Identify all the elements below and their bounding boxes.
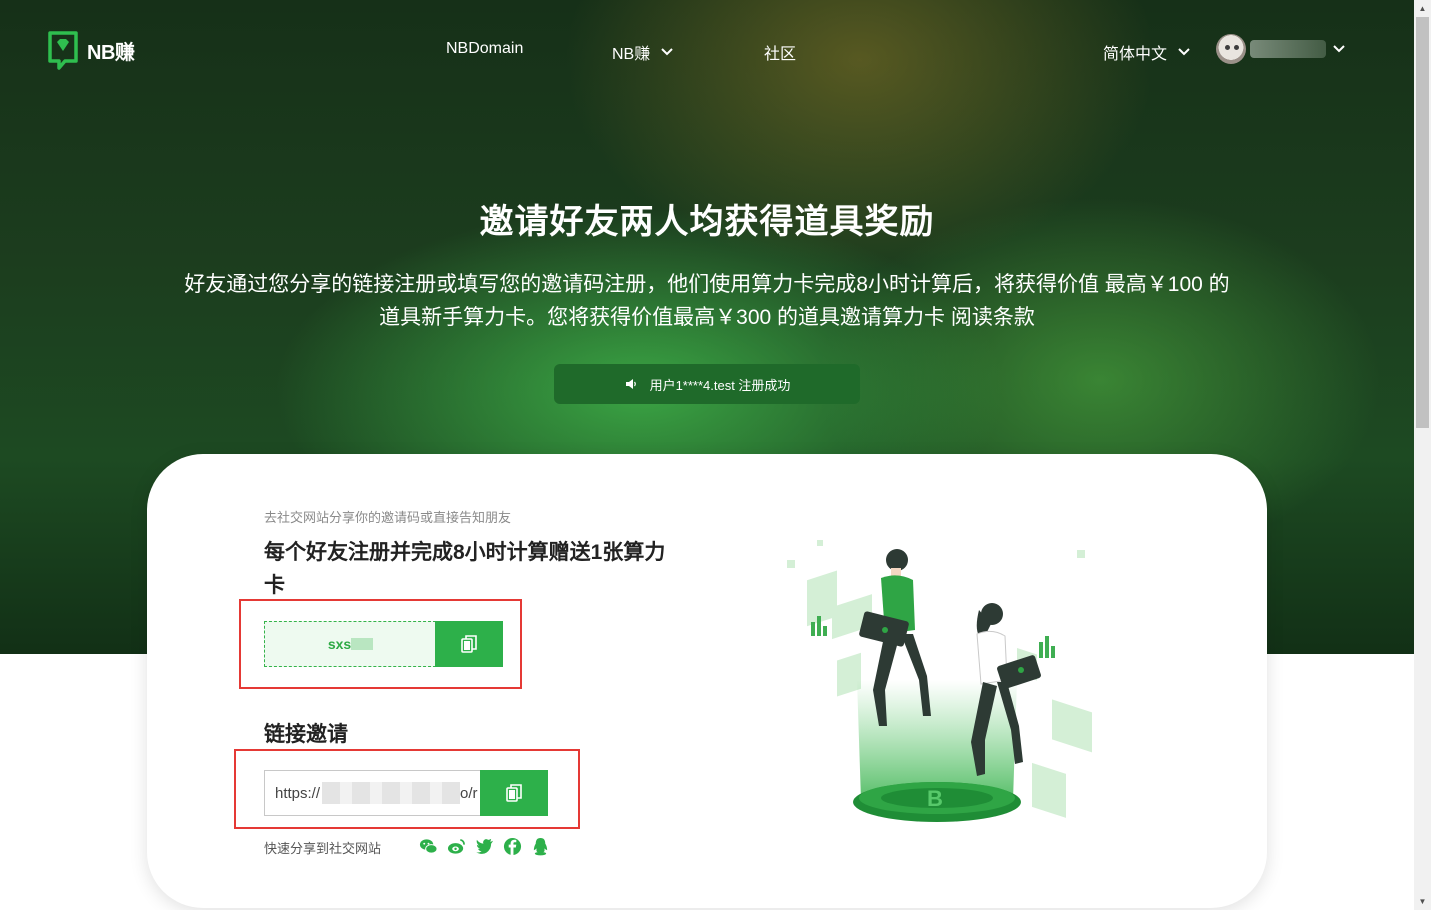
copy-link-button[interactable] xyxy=(480,770,548,816)
invite-code-field[interactable]: sxs xyxy=(264,621,436,667)
invite-illustration: B xyxy=(787,540,1092,822)
invite-card: 去社交网站分享你的邀请码或直接告知朋友 每个好友注册并完成8小时计算赠送1张算力… xyxy=(147,454,1267,908)
facebook-icon[interactable] xyxy=(503,837,522,856)
chevron-down-icon xyxy=(1178,48,1190,56)
chevron-down-icon xyxy=(1333,45,1345,53)
registration-notice: 用户1****4.test 注册成功 xyxy=(554,364,860,404)
logo-icon xyxy=(48,31,78,70)
blurred-username xyxy=(1250,40,1326,58)
scroll-thumb[interactable] xyxy=(1416,17,1429,428)
invite-link-prefix: https:// xyxy=(275,784,321,802)
invite-headline: 每个好友注册并完成8小时计算赠送1张算力卡 xyxy=(264,541,666,597)
redacted-link xyxy=(322,782,461,804)
nav-link-nbearn[interactable]: NB赚 xyxy=(612,40,674,64)
scroll-up-arrow[interactable]: ▲ xyxy=(1414,0,1431,17)
brand-name: NB赚 xyxy=(87,41,135,64)
notice-text: 用户1****4.test 注册成功 xyxy=(649,377,791,393)
page-scrollbar[interactable]: ▲ ▼ xyxy=(1414,0,1431,910)
qq-icon[interactable] xyxy=(531,837,550,856)
speaker-icon xyxy=(625,379,636,389)
scroll-down-arrow[interactable]: ▼ xyxy=(1414,893,1431,910)
language-label: 简体中文 xyxy=(1103,46,1168,63)
nav-link-label: 社区 xyxy=(764,46,797,63)
brand-logo[interactable]: NB赚 xyxy=(47,30,135,70)
twitter-icon[interactable] xyxy=(475,837,494,856)
copy-icon xyxy=(461,635,477,653)
invite-code-text: sxs xyxy=(327,636,352,652)
weibo-icon[interactable] xyxy=(447,837,466,856)
nav-link-label: NBDomain xyxy=(446,40,524,57)
copy-code-button[interactable] xyxy=(435,621,503,667)
invite-link-field[interactable]: https:// o/r xyxy=(264,770,480,816)
share-label: 快速分享到社交网站 xyxy=(264,841,382,856)
hero-description-line: 道具新手算力卡。您将获得价值最高￥300 的道具邀请算力卡 阅读条款 xyxy=(379,306,1035,329)
share-hint: 去社交网站分享你的邀请码或直接告知朋友 xyxy=(264,510,512,525)
page-title: 邀请好友两人均获得道具奖励 xyxy=(479,203,935,241)
redacted-code xyxy=(351,638,374,650)
wechat-icon[interactable] xyxy=(419,837,438,856)
hero-description-line: 好友通过您分享的链接注册或填写您的邀请码注册，他们使用算力卡完成8小时计算后，将… xyxy=(184,273,1230,296)
invite-link-suffix: o/r xyxy=(460,784,478,802)
link-invite-title: 链接邀请 xyxy=(264,723,348,746)
svg-text:B: B xyxy=(927,786,943,811)
nav-link-label: NB赚 xyxy=(612,46,651,63)
hero-description: 好友通过您分享的链接注册或填写您的邀请码注册，他们使用算力卡完成8小时计算后，将… xyxy=(150,268,1264,334)
chevron-down-icon xyxy=(661,48,673,56)
nav-link-nbdomain[interactable]: NBDomain xyxy=(446,40,523,58)
share-icon-row xyxy=(419,837,550,856)
copy-icon xyxy=(506,784,522,802)
nav-link-community[interactable]: 社区 xyxy=(764,40,796,64)
avatar xyxy=(1216,34,1246,64)
language-selector[interactable]: 简体中文 xyxy=(1103,40,1191,64)
user-menu[interactable] xyxy=(1216,34,1346,64)
